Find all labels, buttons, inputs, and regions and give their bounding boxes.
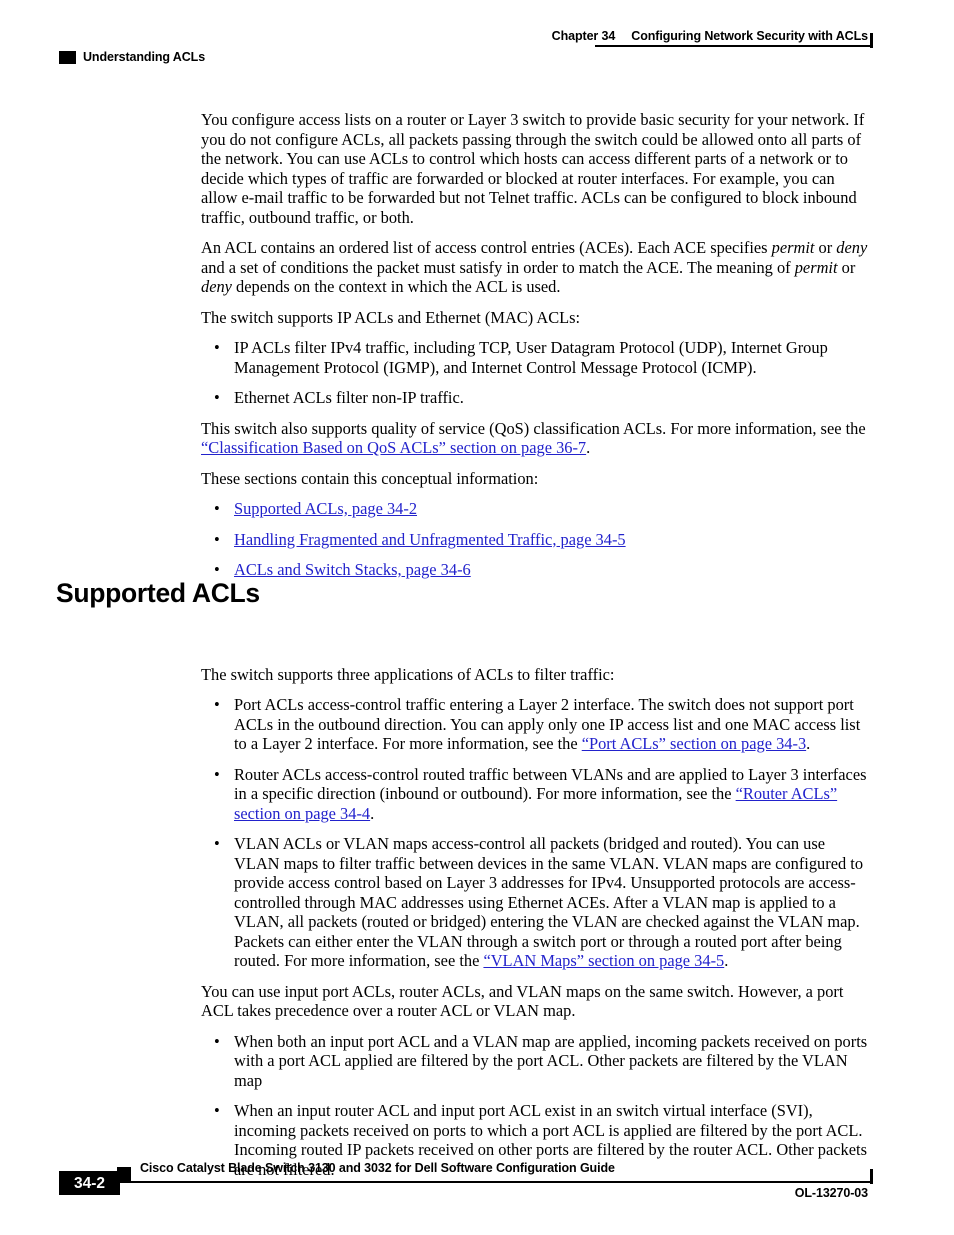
link-vlan-maps[interactable]: “VLAN Maps” section on page 34-5 [483, 951, 724, 970]
page-header: Understanding ACLs Chapter 34 Configuring… [0, 0, 954, 72]
list-item: • VLAN ACLs or VLAN maps access-control a… [201, 834, 873, 971]
heading-space [201, 591, 873, 665]
para2-emphasis-deny-1: deny [836, 238, 868, 257]
intro-paragraph-3: The switch supports IP ACLs and Ethernet… [201, 307, 581, 327]
header-chapter-title: Configuring Network Security with ACLs [631, 29, 868, 43]
bullet-icon: • [214, 499, 220, 518]
para4-part-a: This switch also supports quality of ser… [201, 418, 866, 438]
supported-acls-application-list: • Port ACLs access-control traffic enteri… [201, 695, 873, 971]
bullet-icon: • [214, 1031, 220, 1051]
link-acls-and-switch-stacks[interactable]: ACLs and Switch Stacks, page 34-6 [234, 560, 471, 579]
list-item: • Router ACLs access-control routed traff… [201, 765, 873, 824]
bullet-icon: • [214, 1101, 220, 1120]
para2-part-a: An ACL contains an ordered list of acces… [201, 238, 772, 257]
link-classification-based-on-qos-acls[interactable]: “Classification Based on QoS ACLs” secti… [201, 438, 586, 457]
intro-paragraph-4: This switch also supports quality of ser… [201, 419, 873, 458]
header-chapter: Chapter 34 Configuring Network Security w… [552, 29, 868, 43]
conceptual-information-link-list: • Supported ACLs, page 34-2 • Handling Fra… [201, 499, 873, 580]
bullet-icon: • [214, 338, 220, 357]
list-item-text: Ethernet ACLs filter non-IP traffic. [234, 388, 464, 407]
intro-acl-type-list: • IP ACLs filter IPv4 traffic, including … [201, 338, 873, 408]
supported-acls-closing-paragraph: You can use input port ACLs, router ACLs… [201, 981, 844, 1021]
list-item: • When both an input port ACL and a VLAN … [201, 1032, 873, 1091]
header-section-title: Understanding ACLs [83, 50, 206, 64]
link-handling-fragmented-and-unfragmented-traffic[interactable]: Handling Fragmented and Unfragmented Tra… [234, 530, 626, 549]
para4-part-b: . [586, 438, 591, 457]
para2-emphasis-permit-2: permit [794, 257, 838, 277]
para2-part-b: or [814, 238, 837, 257]
footer-rule-end-tick [870, 1169, 873, 1184]
header-rule-end-tick [870, 33, 873, 48]
list-item: • ACLs and Switch Stacks, page 34-6 [201, 560, 873, 580]
header-rule [595, 45, 872, 47]
footer-document-id: OL-13270-03 [794, 1186, 868, 1200]
list-item-text: When both an input port ACL and a VLAN m… [234, 1031, 868, 1090]
footer-document-title: Cisco Catalyst Blade Switch 3130 and 303… [140, 1161, 615, 1175]
para2-part-e: depends on the context in which the ACL … [231, 277, 561, 296]
supported-acls-intro: The switch supports three applications o… [201, 664, 615, 684]
bullet-icon: • [214, 764, 220, 784]
bullet-icon: • [214, 388, 220, 407]
list-item-text-tail: . [724, 951, 729, 970]
para2-part-d: or [837, 257, 856, 277]
footer-page-number: 34-2 [73, 1175, 106, 1192]
footer-rule [118, 1181, 873, 1183]
intro-paragraph-1: You configure access lists on a router o… [201, 110, 865, 227]
list-item-text-tail: . [806, 734, 811, 753]
para2-emphasis-deny-2: deny [201, 277, 232, 296]
bullet-icon: • [214, 834, 220, 853]
para2-part-c: and a set of conditions the packet must … [201, 257, 795, 277]
header-section-marker-square [59, 51, 76, 64]
page-content: You configure access lists on a router o… [0, 110, 954, 1190]
link-port-acls[interactable]: “Port ACLs” section on page 34-3 [582, 734, 806, 753]
list-item-text: VLAN ACLs or VLAN maps access-control al… [234, 834, 864, 970]
link-supported-acls[interactable]: Supported ACLs, page 34-2 [234, 499, 417, 518]
list-item: • Supported ACLs, page 34-2 [201, 499, 873, 519]
list-item: • Ethernet ACLs filter non-IP traffic. [201, 388, 873, 408]
bullet-icon: • [214, 529, 220, 549]
bullet-icon: • [214, 695, 220, 714]
para2-emphasis-permit-1: permit [771, 238, 815, 257]
bullet-icon: • [214, 560, 220, 579]
text-column: You configure access lists on a router o… [201, 110, 873, 1179]
list-item: • Port ACLs access-control traffic enteri… [201, 695, 873, 754]
header-chapter-number: Chapter 34 [551, 29, 616, 43]
list-item: • IP ACLs filter IPv4 traffic, including … [201, 338, 873, 377]
list-item-text-tail: . [370, 803, 375, 823]
list-item: • Handling Fragmented and Unfragmented Tr… [201, 530, 873, 550]
intro-paragraph-5: These sections contain this conceptual i… [201, 468, 539, 488]
intro-paragraph-2: An ACL contains an ordered list of acces… [201, 238, 873, 297]
list-item-text: IP ACLs filter IPv4 traffic, including T… [234, 338, 828, 377]
